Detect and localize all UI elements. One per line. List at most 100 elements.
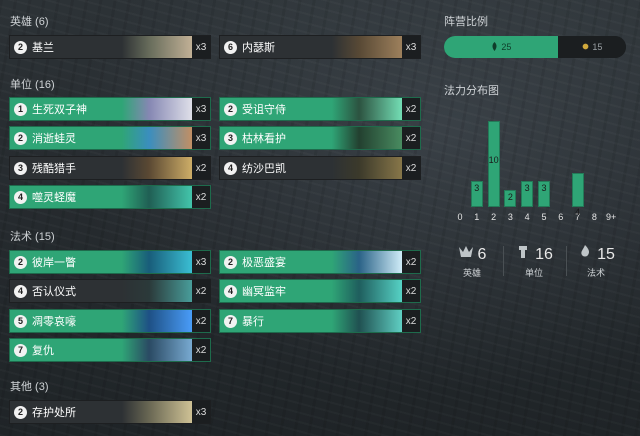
deck-card[interactable]: 2 极恶盛宴 x2 xyxy=(219,250,421,274)
card-art xyxy=(114,36,192,58)
chart-tick-label: 1 xyxy=(474,212,480,222)
card-name: 残酷猎手 xyxy=(32,163,76,175)
card-art xyxy=(114,310,192,332)
deck-card[interactable]: 2 基兰 x3 xyxy=(9,35,211,59)
deck-card[interactable]: 7 暴行 x2 xyxy=(219,309,421,333)
region-value-shadow-isles: 25 xyxy=(501,42,512,52)
card-name: 消逝蛙灵 xyxy=(32,133,76,145)
card-count: x3 xyxy=(402,36,420,58)
mana-cost-badge: 5 xyxy=(14,314,27,328)
region-value-shurima: 15 xyxy=(592,42,603,52)
card-name: 内瑟斯 xyxy=(242,42,275,54)
unit-icon xyxy=(515,244,531,265)
mana-cost-badge: 2 xyxy=(224,102,237,116)
chart-tick-label: 4 xyxy=(524,212,530,222)
card-art xyxy=(324,36,402,58)
deck-card[interactable]: 6 内瑟斯 x3 xyxy=(219,35,421,59)
card-name: 生死双子神 xyxy=(32,104,87,116)
card-art xyxy=(114,98,192,120)
mana-cost-badge: 2 xyxy=(14,255,27,269)
card-count: x2 xyxy=(192,157,210,179)
region-segment-shadow-isles: 25 xyxy=(444,36,558,58)
deck-card[interactable]: 2 存护处所 x3 xyxy=(9,400,211,424)
deck-card[interactable]: 1 生死双子神 x3 xyxy=(9,97,211,121)
region-ratio-bar: 25 15 xyxy=(444,36,626,58)
stat-spells-label: 法术 xyxy=(586,268,605,278)
mana-cost-badge: 4 xyxy=(224,284,237,298)
chart-tick-label: 3 xyxy=(507,212,513,222)
stat-spells: 15 法术 xyxy=(570,244,622,279)
chart-data-label: 3 xyxy=(474,183,480,194)
card-art xyxy=(114,280,192,302)
card-name: 枯林看护 xyxy=(242,133,286,145)
deck-card[interactable]: 7 复仇 x2 xyxy=(9,338,211,362)
card-name: 彼岸一瞥 xyxy=(32,257,76,269)
mana-cost-badge: 3 xyxy=(224,131,237,145)
card-art xyxy=(114,127,192,149)
deck-card[interactable]: 4 噬灵蛏魔 x2 xyxy=(9,185,211,209)
card-count: x2 xyxy=(402,251,420,273)
card-count: x3 xyxy=(192,36,210,58)
section-champions-title: 英雄 (6) xyxy=(10,16,49,28)
deck-card[interactable]: 4 幽冥监牢 x2 xyxy=(219,279,421,303)
deck-card[interactable]: 5 凋零哀嚎 x2 xyxy=(9,309,211,333)
spell-icon xyxy=(577,244,593,265)
chart-tick-label: 5 xyxy=(541,212,547,222)
stat-champions-value: 6 xyxy=(477,245,487,263)
stat-champions-label: 英雄 xyxy=(462,268,481,278)
mana-cost-badge: 4 xyxy=(14,190,27,204)
chart-data-label: 2 xyxy=(507,191,513,202)
mana-cost-badge: 2 xyxy=(14,40,27,54)
stat-champions: 6 英雄 xyxy=(446,244,498,279)
card-count: x2 xyxy=(192,280,210,302)
chart-data-label: 3 xyxy=(524,183,530,194)
card-name: 存护处所 xyxy=(32,407,76,419)
deck-card[interactable]: 3 残酷猎手 x2 xyxy=(9,156,211,180)
chart-data-label: 4 xyxy=(575,206,581,217)
section-spells-title: 法术 (15) xyxy=(10,231,55,243)
card-art xyxy=(324,251,402,273)
stats-divider xyxy=(566,246,567,276)
chart-data-label: 10 xyxy=(488,155,499,165)
chart-tick-label: 6 xyxy=(558,212,564,222)
card-count: x3 xyxy=(192,401,210,423)
card-name: 幽冥监牢 xyxy=(242,286,286,298)
mana-cost-badge: 2 xyxy=(224,255,237,269)
card-art xyxy=(324,98,402,120)
deck-card[interactable]: 4 纺沙巴凯 x2 xyxy=(219,156,421,180)
card-art xyxy=(324,127,402,149)
deck-card[interactable]: 2 受诅守侍 x2 xyxy=(219,97,421,121)
mana-cost-badge: 7 xyxy=(14,343,27,357)
stats-divider xyxy=(503,246,504,276)
mana-cost-badge: 4 xyxy=(14,284,27,298)
chart-tick-label: 0 xyxy=(457,212,463,222)
deck-card[interactable]: 2 消逝蛙灵 x3 xyxy=(9,126,211,150)
deck-card[interactable]: 2 彼岸一瞥 x3 xyxy=(9,250,211,274)
shurima-icon xyxy=(581,42,590,53)
chart-tick-label: 9+ xyxy=(606,212,617,222)
mana-cost-badge: 6 xyxy=(224,40,237,54)
card-count: x2 xyxy=(192,186,210,208)
stat-units-label: 单位 xyxy=(524,268,543,278)
card-count: x2 xyxy=(402,98,420,120)
card-art xyxy=(114,339,192,361)
chart-bar xyxy=(571,172,584,207)
card-count: x3 xyxy=(192,98,210,120)
card-art xyxy=(114,186,192,208)
stat-units-value: 16 xyxy=(535,245,553,263)
mana-cost-badge: 4 xyxy=(224,161,237,175)
chart-tick-label: 2 xyxy=(491,212,497,222)
stat-units: 16 单位 xyxy=(508,244,560,279)
deck-card[interactable]: 4 否认仪式 x2 xyxy=(9,279,211,303)
deck-card[interactable]: 3 枯林看护 x2 xyxy=(219,126,421,150)
chart-data-label: 3 xyxy=(541,183,547,194)
card-art xyxy=(324,280,402,302)
mana-cost-badge: 2 xyxy=(14,131,27,145)
card-count: x2 xyxy=(192,339,210,361)
mana-curve-title: 法力分布图 xyxy=(444,85,499,97)
card-art xyxy=(324,157,402,179)
card-art xyxy=(114,401,192,423)
chart-tick-label: 8 xyxy=(591,212,597,222)
card-name: 噬灵蛏魔 xyxy=(32,192,76,204)
card-count: x3 xyxy=(192,127,210,149)
